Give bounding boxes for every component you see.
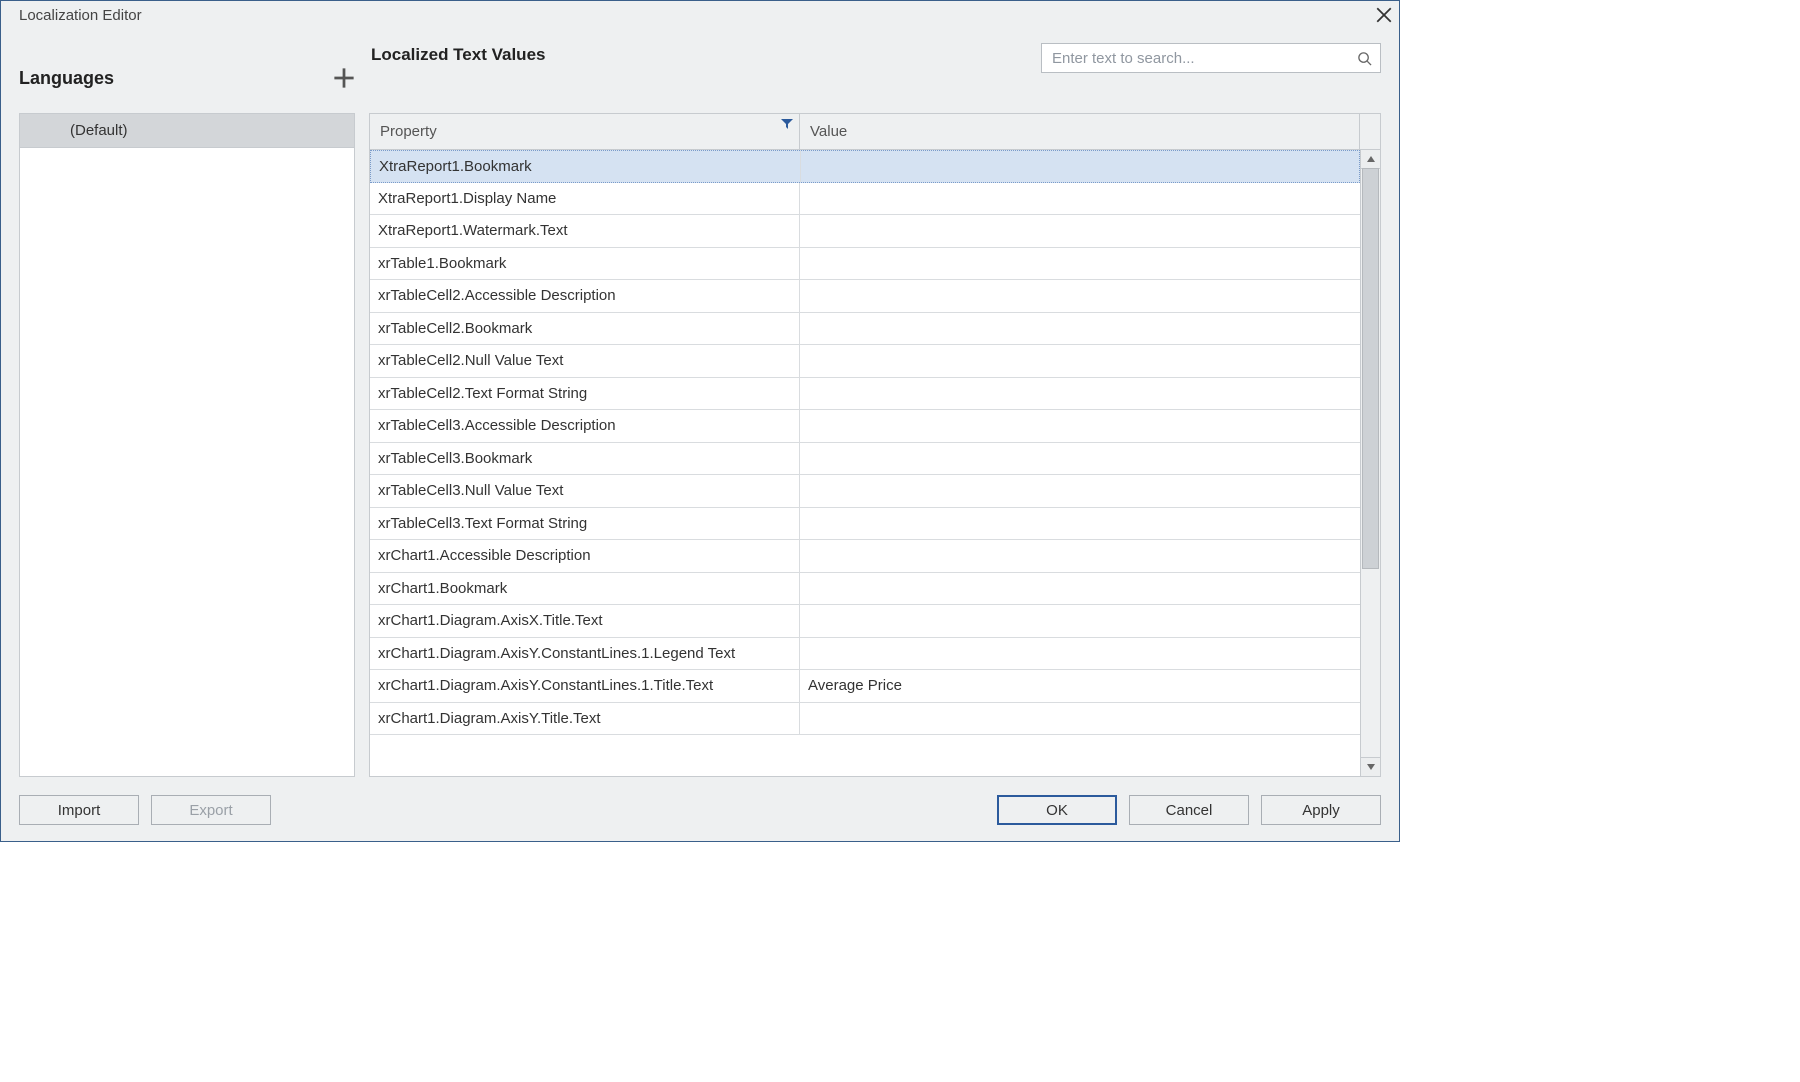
table-row[interactable]: xrChart1.Diagram.AxisY.ConstantLines.1.T… <box>370 670 1360 703</box>
table-row[interactable]: xrTableCell3.Accessible Description <box>370 410 1360 443</box>
cell-property[interactable]: XtraReport1.Bookmark <box>371 151 801 182</box>
table-row[interactable]: xrTableCell2.Null Value Text <box>370 345 1360 378</box>
vertical-scrollbar[interactable] <box>1360 150 1380 776</box>
cell-value[interactable] <box>800 443 1360 475</box>
filter-icon[interactable] <box>781 118 793 130</box>
cell-property[interactable]: xrChart1.Bookmark <box>370 573 800 605</box>
cell-value[interactable] <box>800 475 1360 507</box>
column-header-value[interactable]: Value <box>800 114 1360 149</box>
cell-property[interactable]: xrChart1.Diagram.AxisX.Title.Text <box>370 605 800 637</box>
cell-value[interactable]: Average Price <box>800 670 1360 702</box>
search-box[interactable] <box>1041 43 1381 73</box>
export-button[interactable]: Export <box>151 795 271 825</box>
cell-value[interactable] <box>800 573 1360 605</box>
table-row[interactable]: xrTableCell3.Null Value Text <box>370 475 1360 508</box>
cell-property[interactable]: xrTableCell3.Accessible Description <box>370 410 800 442</box>
languages-pane: Languages (Default) <box>19 43 355 787</box>
column-header-property[interactable]: Property <box>370 114 800 149</box>
table-row[interactable]: XtraReport1.Display Name <box>370 183 1360 216</box>
cancel-button[interactable]: Cancel <box>1129 795 1249 825</box>
cell-property[interactable]: xrTableCell2.Null Value Text <box>370 345 800 377</box>
cell-property[interactable]: xrTableCell2.Accessible Description <box>370 280 800 312</box>
add-language-button[interactable] <box>333 67 355 89</box>
values-pane: Localized Text Values Property <box>369 43 1381 787</box>
language-item-default[interactable]: (Default) <box>20 114 354 148</box>
plus-icon <box>333 67 355 89</box>
table-row[interactable]: xrChart1.Diagram.AxisX.Title.Text <box>370 605 1360 638</box>
column-header-scroll-gutter <box>1360 114 1380 149</box>
cell-property[interactable]: xrChart1.Diagram.AxisY.ConstantLines.1.L… <box>370 638 800 670</box>
table-row[interactable]: xrTableCell3.Text Format String <box>370 508 1360 541</box>
chevron-up-icon <box>1366 154 1376 164</box>
cell-value[interactable] <box>800 345 1360 377</box>
table-row[interactable]: xrTableCell3.Bookmark <box>370 443 1360 476</box>
search-icon <box>1357 51 1372 66</box>
grid-body[interactable]: XtraReport1.BookmarkXtraReport1.Display … <box>370 150 1360 776</box>
table-row[interactable]: XtraReport1.Bookmark <box>370 150 1360 183</box>
cell-value[interactable] <box>800 638 1360 670</box>
search-input[interactable] <box>1050 49 1357 68</box>
close-icon <box>1375 6 1393 24</box>
table-row[interactable]: xrTableCell2.Bookmark <box>370 313 1360 346</box>
cell-property[interactable]: xrTableCell3.Bookmark <box>370 443 800 475</box>
table-row[interactable]: xrTableCell2.Text Format String <box>370 378 1360 411</box>
cell-value[interactable] <box>800 605 1360 637</box>
cell-value[interactable] <box>800 378 1360 410</box>
table-row[interactable]: xrChart1.Diagram.AxisY.ConstantLines.1.L… <box>370 638 1360 671</box>
dialog-footer: Import Export OK Cancel Apply <box>1 787 1399 841</box>
cell-property[interactable]: xrChart1.Diagram.AxisY.ConstantLines.1.T… <box>370 670 800 702</box>
cell-value[interactable] <box>800 410 1360 442</box>
import-button[interactable]: Import <box>19 795 139 825</box>
titlebar: Localization Editor <box>1 1 1399 29</box>
cell-property[interactable]: xrTable1.Bookmark <box>370 248 800 280</box>
scroll-up-button[interactable] <box>1360 149 1381 169</box>
languages-heading: Languages <box>19 68 114 89</box>
cell-value[interactable] <box>800 183 1360 215</box>
table-row[interactable]: xrChart1.Bookmark <box>370 573 1360 606</box>
table-row[interactable]: xrTableCell2.Accessible Description <box>370 280 1360 313</box>
localization-editor-window: Localization Editor Languages ( <box>0 0 1400 842</box>
scroll-down-button[interactable] <box>1360 757 1381 777</box>
scrollbar-track[interactable] <box>1361 168 1380 758</box>
cell-property[interactable]: xrChart1.Accessible Description <box>370 540 800 572</box>
languages-list[interactable]: (Default) <box>19 113 355 777</box>
cell-property[interactable]: xrChart1.Diagram.AxisY.Title.Text <box>370 703 800 735</box>
cell-value[interactable] <box>800 508 1360 540</box>
cell-value[interactable] <box>800 703 1360 735</box>
table-row[interactable]: XtraReport1.Watermark.Text <box>370 215 1360 248</box>
cell-value[interactable] <box>800 248 1360 280</box>
values-grid: Property Value XtraReport1.BookmarkXtraR… <box>369 113 1381 777</box>
scrollbar-thumb[interactable] <box>1362 168 1379 569</box>
cell-property[interactable]: xrTableCell3.Text Format String <box>370 508 800 540</box>
cell-value[interactable] <box>800 280 1360 312</box>
table-row[interactable]: xrTable1.Bookmark <box>370 248 1360 281</box>
cell-property[interactable]: XtraReport1.Watermark.Text <box>370 215 800 247</box>
cell-value[interactable] <box>800 540 1360 572</box>
ok-button[interactable]: OK <box>997 795 1117 825</box>
language-item-label: (Default) <box>70 122 128 139</box>
values-heading: Localized Text Values <box>371 45 545 65</box>
cell-property[interactable]: xrTableCell2.Bookmark <box>370 313 800 345</box>
cell-value[interactable] <box>800 313 1360 345</box>
table-row[interactable]: xrChart1.Accessible Description <box>370 540 1360 573</box>
cell-property[interactable]: xrTableCell3.Null Value Text <box>370 475 800 507</box>
close-button[interactable] <box>1375 6 1393 24</box>
grid-header: Property Value <box>370 114 1380 150</box>
apply-button[interactable]: Apply <box>1261 795 1381 825</box>
window-title: Localization Editor <box>19 7 1375 24</box>
cell-value[interactable] <box>801 151 1359 182</box>
cell-property[interactable]: XtraReport1.Display Name <box>370 183 800 215</box>
table-row[interactable]: xrChart1.Diagram.AxisY.Title.Text <box>370 703 1360 736</box>
cell-value[interactable] <box>800 215 1360 247</box>
cell-property[interactable]: xrTableCell2.Text Format String <box>370 378 800 410</box>
chevron-down-icon <box>1366 762 1376 772</box>
